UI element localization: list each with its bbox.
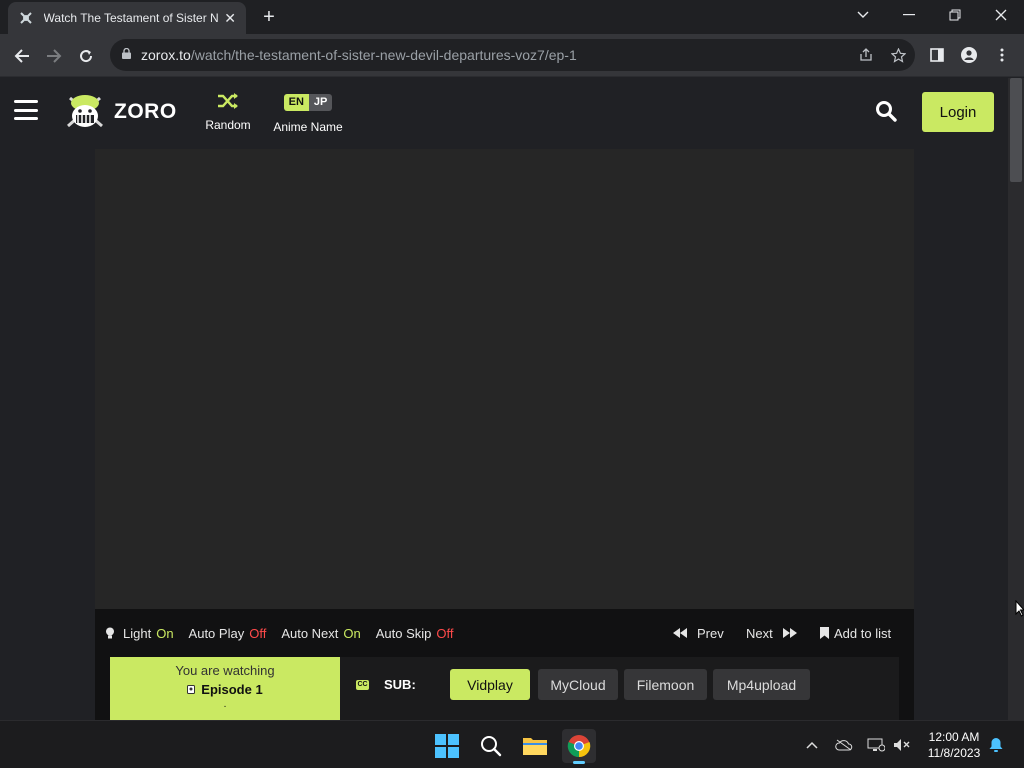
scrollbar-thumb[interactable] — [1010, 78, 1022, 182]
bookmark-star-icon[interactable] — [888, 45, 908, 65]
autoplay-toggle[interactable]: Auto Play Off — [189, 626, 267, 641]
lang-en-option[interactable]: EN — [283, 94, 309, 111]
prev-label: Prev — [697, 625, 724, 641]
zoro-mascot-icon — [67, 95, 103, 128]
language-toggle[interactable]: EN JP Anime Name — [268, 92, 348, 134]
video-player[interactable] — [95, 149, 914, 609]
random-button[interactable]: Random — [200, 92, 256, 132]
random-label: Random — [205, 118, 251, 132]
watching-dot: . — [223, 699, 227, 710]
bookmark-icon — [820, 627, 829, 639]
new-tab-button[interactable]: + — [258, 6, 280, 28]
clock-date: 11/8/2023 — [927, 746, 981, 760]
side-panel-icon[interactable] — [926, 44, 948, 66]
reload-icon[interactable] — [73, 43, 99, 69]
forward-arrow-icon[interactable] — [41, 43, 67, 69]
minimize-button[interactable] — [886, 0, 932, 30]
server-mp4upload-button[interactable]: Mp4upload — [713, 669, 810, 700]
system-clock[interactable]: 12:00 AM 11/8/2023 — [918, 729, 990, 761]
lang-jp-option[interactable]: JP — [308, 94, 333, 111]
lock-icon — [122, 47, 131, 62]
windows-search-icon[interactable] — [474, 729, 508, 763]
episode-server-bar: You are watching Episode 1 . CC SUB: Vid… — [95, 657, 914, 720]
tab-close-icon[interactable]: ✕ — [224, 10, 236, 27]
autoplay-state: Off — [249, 625, 267, 641]
sub-server-label: CC SUB: — [356, 677, 416, 692]
network-icon[interactable] — [866, 735, 886, 755]
address-bar[interactable]: zorox.to/watch/the-testament-of-sister-n… — [110, 39, 915, 71]
next-label: Next — [746, 625, 773, 641]
windows-start-icon[interactable] — [430, 729, 464, 763]
server-mycloud-button[interactable]: MyCloud — [538, 669, 618, 700]
url-host: zorox.to — [141, 47, 191, 63]
server-filemoon-button[interactable]: Filemoon — [624, 669, 707, 700]
autoplay-label: Auto Play — [188, 625, 245, 641]
close-window-button[interactable] — [978, 0, 1024, 30]
browser-tab[interactable]: Watch The Testament of Sister New Devil … — [8, 2, 246, 34]
autonext-label: Auto Next — [281, 625, 339, 641]
fast-forward-icon — [782, 628, 797, 638]
site-logo[interactable]: ZORO — [64, 92, 177, 132]
tab-search-icon[interactable] — [840, 0, 886, 30]
mouse-cursor-icon — [1015, 600, 1024, 617]
server-panel: You are watching Episode 1 . CC SUB: Vid… — [110, 657, 899, 720]
next-episode-button[interactable]: Next — [746, 609, 797, 657]
login-button[interactable]: Login — [922, 92, 994, 132]
now-watching-box: You are watching Episode 1 . — [110, 657, 340, 720]
page-scrollbar[interactable] — [1008, 78, 1024, 720]
shuffle-icon — [200, 92, 256, 114]
restore-button[interactable] — [932, 0, 978, 30]
light-label: Light — [123, 625, 152, 641]
notification-bell-icon[interactable] — [986, 735, 1006, 755]
lang-label: Anime Name — [273, 120, 343, 134]
volume-muted-icon[interactable] — [892, 735, 912, 755]
url-path: /watch/the-testament-of-sister-new-devil… — [190, 47, 577, 63]
player-controls: Light On Auto Play Off Auto Next On Auto Sk… — [95, 609, 914, 657]
zoro-favicon-icon — [18, 10, 34, 26]
add-to-list-button[interactable]: Add to list — [820, 609, 891, 657]
onedrive-icon[interactable] — [834, 735, 854, 755]
sub-label: SUB: — [384, 677, 416, 692]
light-toggle[interactable]: Light On — [105, 626, 174, 641]
share-icon[interactable] — [856, 45, 876, 65]
windows-taskbar: 12:00 AM 11/8/2023 — [0, 720, 1024, 768]
autonext-state: On — [343, 625, 361, 641]
rewind-icon — [673, 628, 687, 638]
watching-label: You are watching — [175, 663, 275, 678]
hamburger-menu-icon[interactable] — [14, 100, 38, 120]
browser-toolbar: zorox.to/watch/the-testament-of-sister-n… — [0, 34, 1024, 77]
file-explorer-icon[interactable] — [518, 729, 552, 763]
brand-name: ZORO — [114, 100, 177, 123]
autoskip-state: Off — [436, 625, 454, 641]
search-icon[interactable] — [874, 99, 898, 123]
browser-titlebar: Watch The Testament of Sister New Devil … — [0, 0, 1024, 34]
chrome-taskbar-icon[interactable] — [562, 729, 596, 764]
tray-chevron-icon[interactable] — [802, 735, 822, 755]
server-vidplay-button[interactable]: Vidplay — [450, 669, 530, 700]
back-arrow-icon[interactable] — [9, 43, 35, 69]
profile-icon[interactable] — [958, 44, 980, 66]
add-to-list-label: Add to list — [834, 625, 892, 641]
web-page: ZORO Random EN JP Anime Name Login Light O… — [0, 78, 1008, 720]
prev-episode-button[interactable]: Prev — [673, 609, 724, 657]
cc-icon: CC — [356, 679, 369, 690]
menu-kebab-icon[interactable] — [991, 44, 1013, 66]
light-state: On — [156, 625, 174, 641]
autonext-toggle[interactable]: Auto Next On — [281, 626, 360, 641]
clock-time: 12:00 AM — [928, 730, 980, 744]
tab-title: Watch The Testament of Sister New Devil … — [43, 11, 219, 25]
autoskip-label: Auto Skip — [375, 625, 432, 641]
file-icon — [187, 685, 196, 694]
lightbulb-icon — [106, 627, 114, 639]
screen: Watch The Testament of Sister New Devil … — [0, 0, 1024, 768]
autoskip-toggle[interactable]: Auto Skip Off — [376, 626, 454, 641]
episode-label: Episode 1 — [201, 682, 263, 697]
